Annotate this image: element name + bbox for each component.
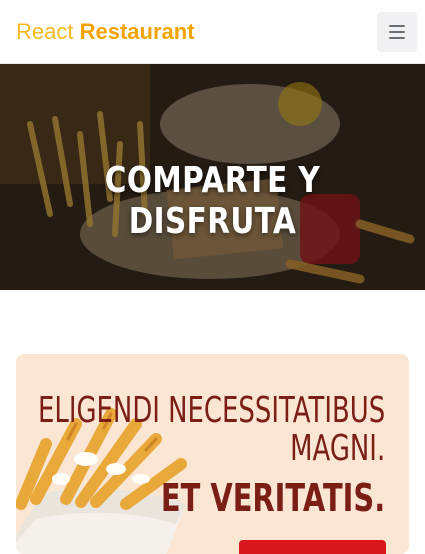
brand-name-light: React — [16, 19, 74, 44]
promo-headline-line2: MAGNI. — [289, 428, 385, 469]
hero-banner: COMPARTE Y DISFRUTA — [0, 64, 425, 290]
brand-logo[interactable]: React Restaurant — [16, 17, 195, 47]
promo-headline: ELIGENDI NECESSITATIBUS MAGNI. ET VERITA… — [16, 390, 385, 520]
menu-toggle-button[interactable] — [377, 12, 417, 52]
promo-headline-line3: ET VERITATIS. — [160, 476, 385, 520]
promo-headline-line1: ELIGENDI NECESSITATIBUS — [37, 390, 385, 431]
promo-cta-button[interactable] — [239, 540, 386, 554]
hero-title: COMPARTE Y DISFRUTA — [104, 160, 321, 242]
brand-name-bold: Restaurant — [79, 19, 195, 44]
promo-card: ELIGENDI NECESSITATIBUS MAGNI. ET VERITA… — [16, 354, 409, 554]
navbar: React Restaurant — [0, 0, 425, 64]
